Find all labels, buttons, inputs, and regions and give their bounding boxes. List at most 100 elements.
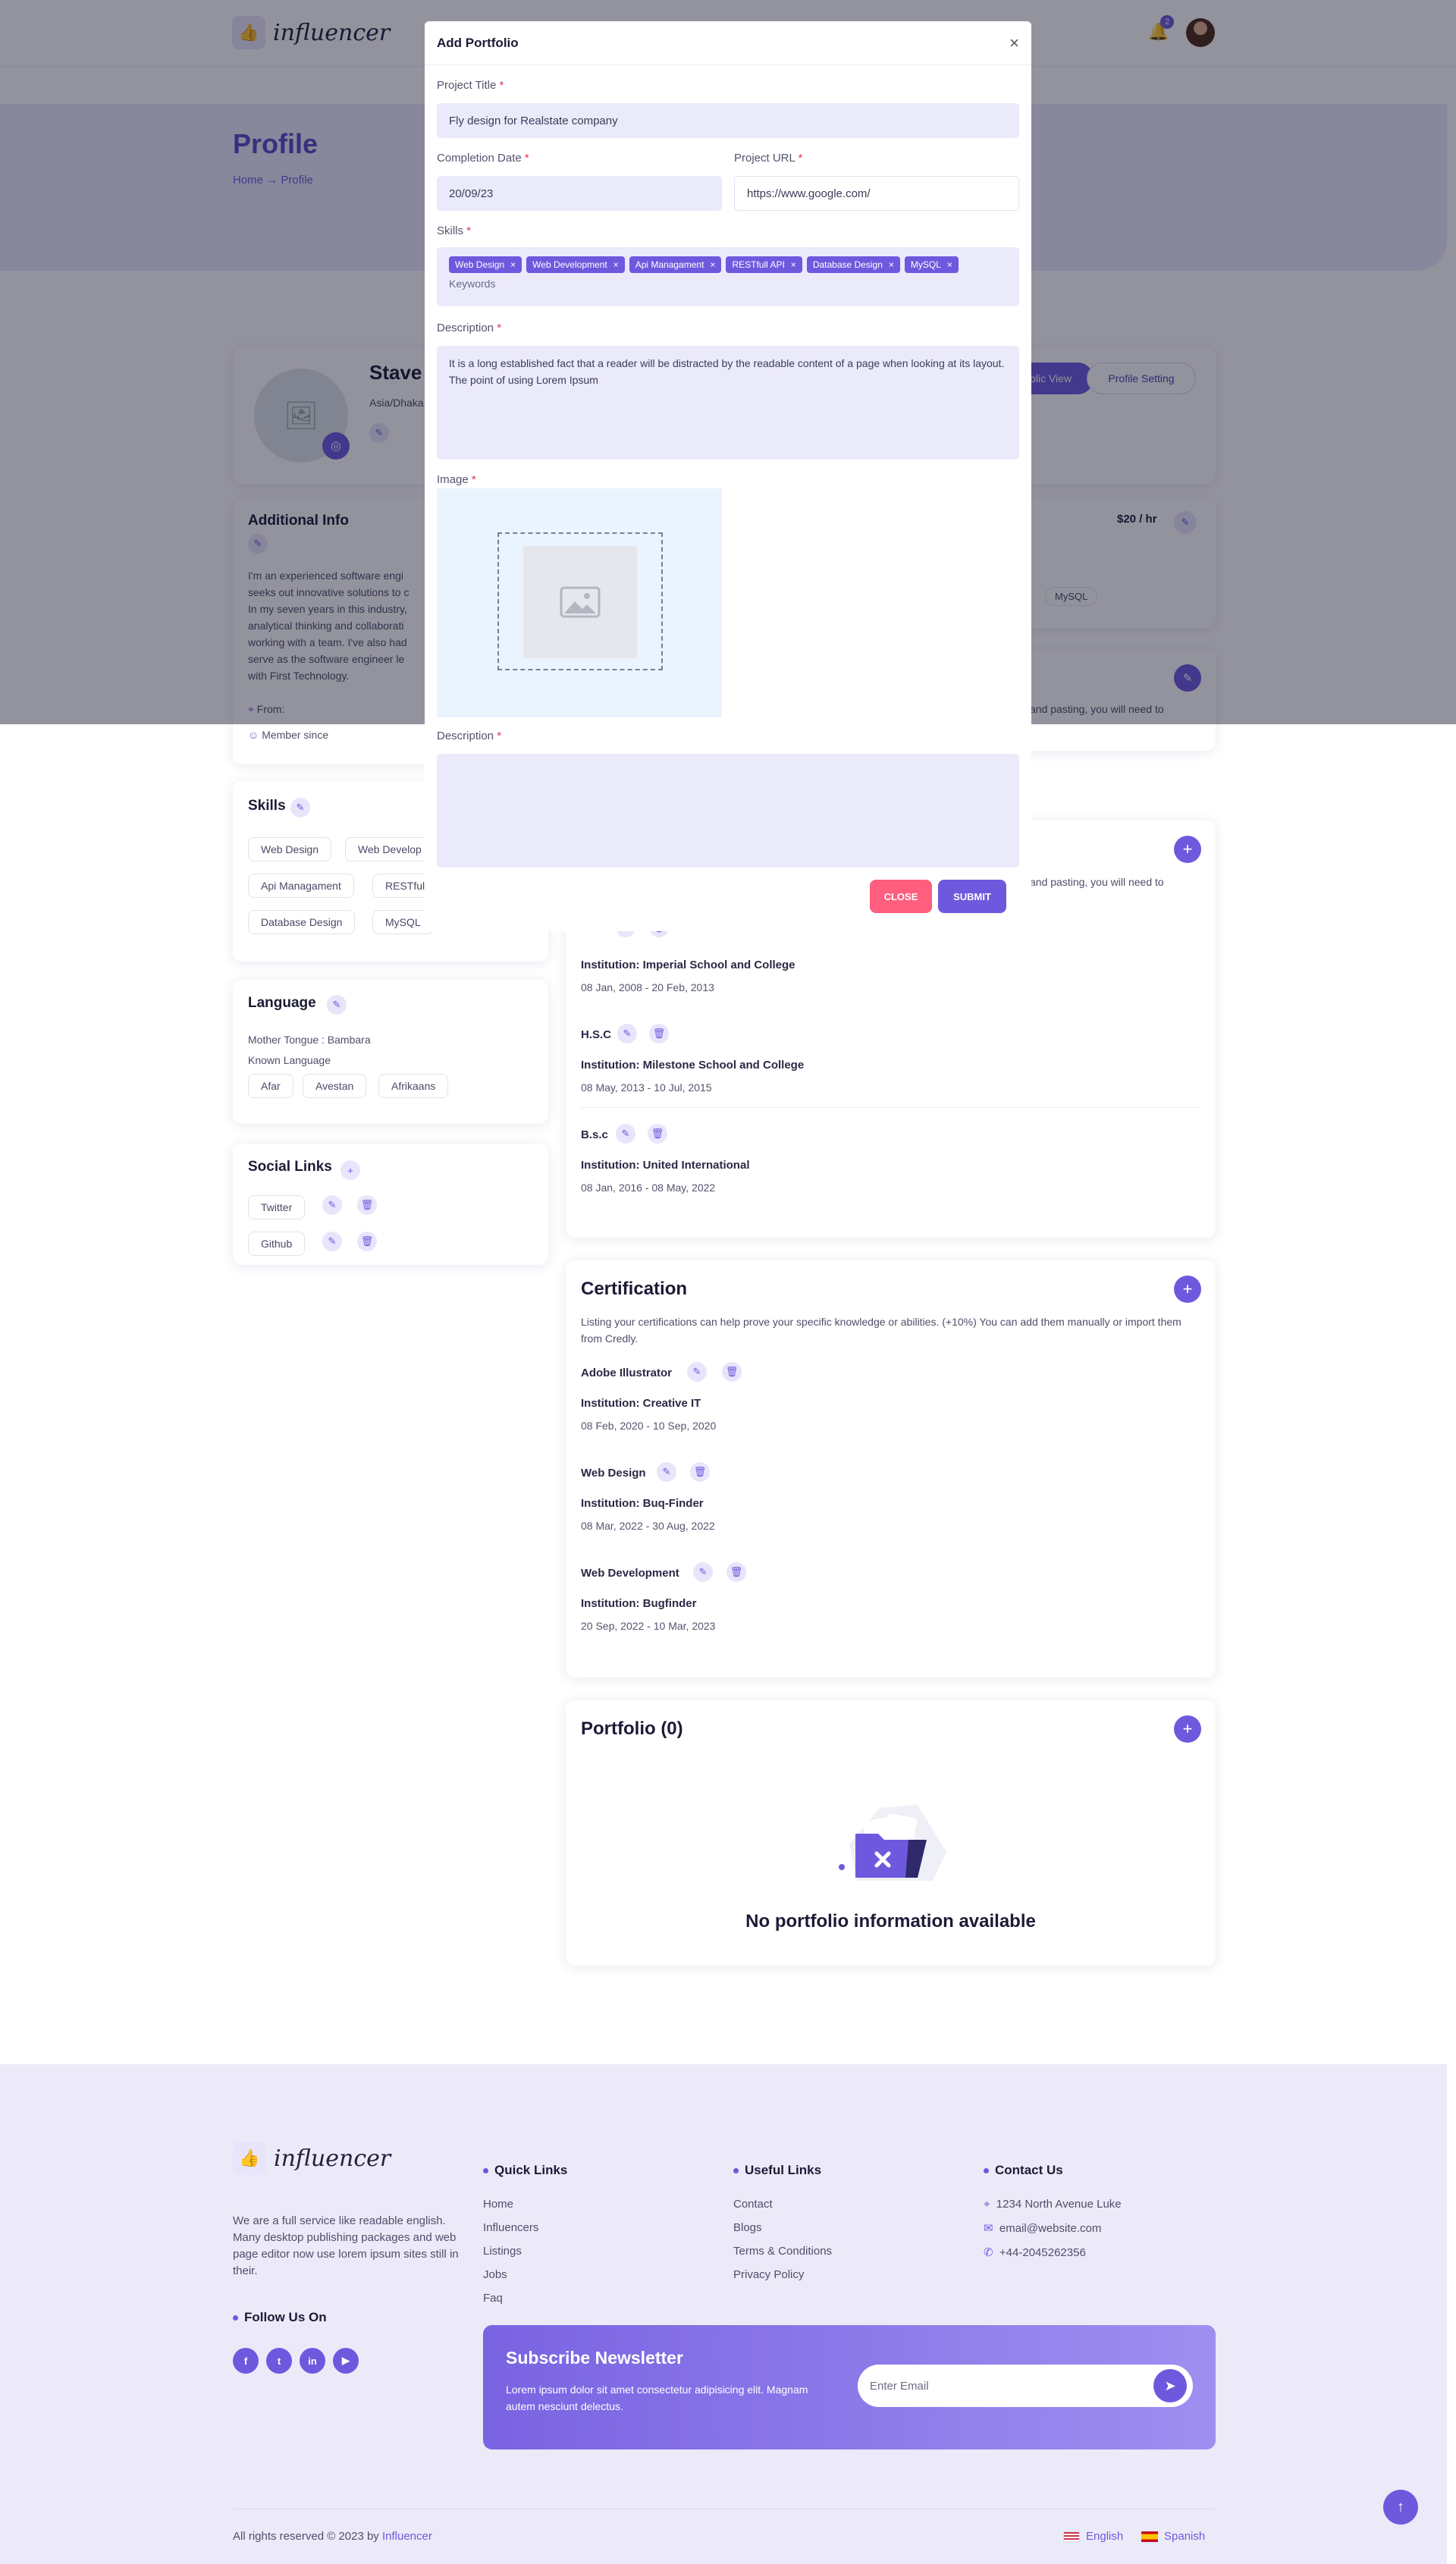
- lang-spanish[interactable]: Spanish: [1141, 2530, 1205, 2543]
- certification-intro: Listing your certifications can help pro…: [581, 1316, 1181, 1345]
- mail-icon: ✉: [984, 2222, 993, 2235]
- edit-icon[interactable]: ✎: [657, 1462, 676, 1482]
- es-flag-icon: [1141, 2531, 1158, 2542]
- add-portfolio-modal: Add Portfolio × Project Title * Fly desi…: [425, 21, 1031, 931]
- skill-chip: Web Development ×: [526, 256, 625, 273]
- footer-link[interactable]: Faq: [483, 2292, 567, 2305]
- trash-icon[interactable]: 🗑: [648, 1124, 667, 1144]
- remove-chip-icon[interactable]: ×: [710, 259, 715, 270]
- youtube-icon[interactable]: ▶: [333, 2348, 359, 2374]
- close-icon[interactable]: ×: [1009, 33, 1019, 53]
- required-mark: *: [499, 79, 504, 92]
- footer-link[interactable]: Jobs: [483, 2268, 567, 2281]
- remove-chip-icon[interactable]: ×: [510, 259, 516, 270]
- twitter-icon[interactable]: t: [266, 2348, 292, 2374]
- chip-label: Web Design: [455, 259, 505, 270]
- skill-chip: Database Design ×: [806, 256, 900, 273]
- footer-logo[interactable]: 👍 influencer: [233, 2142, 391, 2175]
- follow-label: Follow Us On: [244, 2310, 327, 2324]
- social-icons: f t in ▶: [233, 2348, 359, 2374]
- skills-title: Skills: [248, 798, 286, 814]
- edit-icon[interactable]: ✎: [616, 1124, 635, 1144]
- contact-email[interactable]: ✉ email@website.com: [984, 2221, 1122, 2235]
- remove-chip-icon[interactable]: ×: [613, 259, 619, 270]
- description-2-textarea[interactable]: [437, 754, 1019, 868]
- edit-icon[interactable]: ✎: [617, 1024, 637, 1043]
- project-url-input[interactable]: https://www.google.com/: [734, 176, 1019, 211]
- trash-icon[interactable]: 🗑: [726, 1562, 746, 1582]
- lang-spanish-label: Spanish: [1164, 2530, 1206, 2543]
- chip-label: RESTfull API: [732, 259, 785, 270]
- follow-heading: Follow Us On: [233, 2310, 327, 2325]
- quick-links-heading: Quick Links: [483, 2163, 567, 2178]
- footer-link[interactable]: Privacy Policy: [733, 2268, 832, 2281]
- close-button[interactable]: CLOSE: [870, 880, 932, 913]
- submit-button[interactable]: SUBMIT: [938, 880, 1006, 913]
- footer-link[interactable]: Terms & Conditions: [733, 2245, 832, 2258]
- certification-dates: 20 Sep, 2022 - 10 Mar, 2023: [581, 1620, 716, 1632]
- add-portfolio-button[interactable]: +: [1174, 1715, 1201, 1743]
- image-dropzone[interactable]: [497, 532, 663, 670]
- label-text: Completion Date: [437, 152, 522, 165]
- skill-pill: Database Design: [248, 910, 356, 934]
- send-button[interactable]: ➤: [1153, 2369, 1187, 2402]
- remove-chip-icon[interactable]: ×: [791, 259, 796, 270]
- required-mark: *: [471, 473, 476, 486]
- trash-icon[interactable]: 🗑: [649, 1024, 669, 1043]
- skills-tag-input[interactable]: Web Design × Web Development × Api Managamen…: [437, 247, 1019, 306]
- edit-language-icon[interactable]: ✎: [327, 995, 347, 1015]
- required-mark: *: [466, 224, 472, 237]
- completion-date-input[interactable]: 20/09/23: [437, 176, 722, 211]
- image-upload-area[interactable]: [437, 488, 722, 717]
- facebook-icon[interactable]: f: [233, 2348, 259, 2374]
- address-text: 1234 North Avenue Luke: [996, 2198, 1122, 2211]
- trash-icon[interactable]: 🗑: [357, 1232, 377, 1251]
- member-label: Member since: [262, 729, 329, 741]
- add-education-button[interactable]: +: [1174, 836, 1201, 863]
- add-social-icon[interactable]: +: [340, 1160, 360, 1180]
- trash-icon[interactable]: 🗑: [690, 1462, 710, 1482]
- remove-chip-icon[interactable]: ×: [947, 259, 952, 270]
- useful-links: Useful Links Contact Blogs Terms & Condi…: [733, 2163, 832, 2281]
- copyright: All rights reserved © 2023 by Influencer: [233, 2530, 432, 2543]
- copyright-text: All rights reserved © 2023 by: [233, 2530, 379, 2543]
- lang-english[interactable]: English: [1063, 2530, 1123, 2543]
- certification-institution: Institution: Creative IT: [581, 1397, 701, 1410]
- trash-icon[interactable]: 🗑: [722, 1362, 742, 1382]
- location-pin-icon: ⌖: [984, 2198, 990, 2211]
- footer-link[interactable]: Listings: [483, 2245, 567, 2258]
- newsletter-email-input[interactable]: Enter Email: [858, 2365, 1193, 2407]
- footer-link[interactable]: Blogs: [733, 2221, 832, 2234]
- education-degree: H.S.C: [581, 1028, 612, 1041]
- certification-dates: 08 Feb, 2020 - 10 Sep, 2020: [581, 1420, 717, 1432]
- remove-chip-icon[interactable]: ×: [889, 259, 894, 270]
- edit-icon[interactable]: ✎: [322, 1232, 342, 1251]
- contact-address: ⌖ 1234 North Avenue Luke: [984, 2198, 1122, 2211]
- contact-phone[interactable]: ✆ +44-2045262356: [984, 2245, 1122, 2259]
- edit-skills-icon[interactable]: ✎: [290, 798, 310, 818]
- copyright-brand-link[interactable]: Influencer: [382, 2530, 432, 2543]
- image-label: Image *: [437, 473, 476, 486]
- add-certification-button[interactable]: +: [1174, 1276, 1201, 1303]
- edit-icon[interactable]: ✎: [687, 1362, 707, 1382]
- social-links-card: Social Links + Twitter ✎ 🗑 Github ✎ 🗑: [233, 1144, 548, 1265]
- edit-icon[interactable]: ✎: [322, 1195, 342, 1215]
- project-title-input[interactable]: Fly design for Realstate company: [437, 103, 1019, 138]
- description-textarea[interactable]: It is a long established fact that a rea…: [437, 346, 1019, 460]
- language-pill: Afrikaans: [378, 1074, 449, 1098]
- footer-link[interactable]: Contact: [733, 2198, 832, 2211]
- useful-links-heading: Useful Links: [733, 2163, 832, 2178]
- trash-icon[interactable]: 🗑: [357, 1195, 377, 1215]
- education-institution: Institution: Imperial School and College: [581, 959, 795, 971]
- phone-icon: ✆: [984, 2246, 993, 2259]
- footer-link[interactable]: Home: [483, 2198, 567, 2211]
- back-to-top-button[interactable]: ↑: [1383, 2490, 1418, 2525]
- skills-keyword-placeholder[interactable]: Keywords: [449, 278, 495, 290]
- certification-institution: Institution: Buq-Finder: [581, 1497, 704, 1510]
- required-mark: *: [524, 152, 529, 165]
- footer-link[interactable]: Influencers: [483, 2221, 567, 2234]
- chip-label: MySQL: [910, 259, 941, 270]
- skill-pill: Web Develop: [345, 837, 435, 861]
- edit-icon[interactable]: ✎: [693, 1562, 713, 1582]
- linkedin-icon[interactable]: in: [300, 2348, 325, 2374]
